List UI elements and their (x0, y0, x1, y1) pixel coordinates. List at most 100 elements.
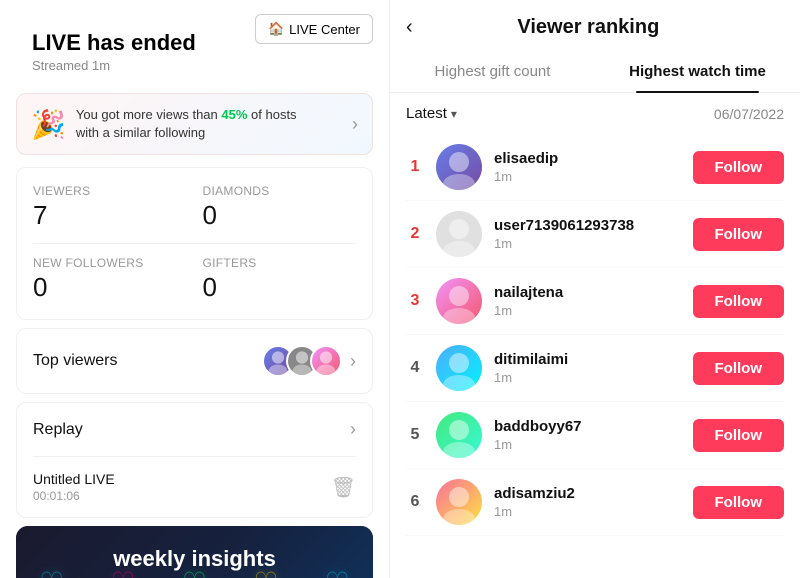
insights-content: weekly insights Your inside track on all… (36, 546, 353, 578)
replay-label: Replay (33, 421, 83, 439)
viewer-name: baddboyy67 (494, 418, 681, 435)
viewer-avatar (436, 345, 482, 391)
diamonds-value: 0 (203, 200, 357, 231)
date-label: 06/07/2022 (714, 106, 784, 122)
stat-new-followers: New followers 0 (33, 256, 187, 303)
rank-number: 5 (406, 426, 424, 444)
viewer-row: 3 nailajtena 1m Follow (406, 268, 784, 335)
header-row: LIVE has ended Streamed 1m 🏠 LIVE Center (0, 0, 389, 81)
stat-gifters: Gifters 0 (203, 256, 357, 303)
viewer-row: 2 user7139061293738 1m Follow (406, 201, 784, 268)
rank-number: 1 (406, 158, 424, 176)
follow-button[interactable]: Follow (693, 486, 785, 519)
chevron-right-icon-top-viewers: › (350, 351, 356, 372)
viewer-row: 6 adisamziu2 1m Follow (406, 469, 784, 536)
panel-title: Viewer ranking (423, 16, 784, 39)
rank-number: 4 (406, 359, 424, 377)
top-viewers-right: › (262, 345, 356, 377)
viewer-name: ditimilaimi (494, 351, 681, 368)
avatar-silhouette (436, 412, 482, 458)
avatar-silhouette (436, 345, 482, 391)
promo-emoji: 🎉 (31, 108, 66, 141)
viewer-info: baddboyy67 1m (494, 418, 681, 452)
diamonds-label: Diamonds (203, 184, 357, 198)
viewer-time: 1m (494, 370, 681, 385)
viewer-time: 1m (494, 437, 681, 452)
promo-content: 🎉 You got more views than 45% of hostswi… (31, 106, 297, 142)
left-panel: LIVE has ended Streamed 1m 🏠 LIVE Center… (0, 0, 390, 578)
viewer-name: elisaedip (494, 150, 681, 167)
tab-gift-count[interactable]: Highest gift count (390, 51, 595, 92)
stats-grid: Viewers 7 Diamonds 0 (33, 184, 356, 231)
viewer-row: 5 baddboyy67 1m Follow (406, 402, 784, 469)
follow-button[interactable]: Follow (693, 151, 785, 184)
promo-banner[interactable]: 🎉 You got more views than 45% of hostswi… (16, 93, 373, 155)
right-header: ‹ Viewer ranking (390, 0, 800, 39)
latest-dropdown[interactable]: Latest ▾ (406, 105, 457, 122)
viewer-name: adisamziu2 (494, 485, 681, 502)
follow-button[interactable]: Follow (693, 285, 785, 318)
viewer-avatar (436, 278, 482, 324)
promo-text-before: You got more views than (76, 107, 222, 122)
follow-button[interactable]: Follow (693, 352, 785, 385)
replay-section: Replay › Untitled LIVE 00:01:06 🗑 (16, 402, 373, 518)
avatar-silhouette (436, 144, 482, 190)
insights-banner[interactable]: ♡ ♡ ♡ ♡ ♡ weekly insights Your inside tr… (16, 526, 373, 578)
avatar-3 (310, 345, 342, 377)
viewer-avatar (436, 412, 482, 458)
viewer-avatar (436, 479, 482, 525)
follow-button[interactable]: Follow (693, 419, 785, 452)
top-viewers-avatars (262, 345, 342, 377)
avatar-silhouette (436, 211, 482, 257)
promo-highlight: 45% (221, 107, 247, 122)
right-panel: ‹ Viewer ranking Highest gift count High… (390, 0, 800, 578)
rank-number: 6 (406, 493, 424, 511)
stats-grid-2: New followers 0 Gifters 0 (33, 256, 356, 303)
stat-viewers: Viewers 7 (33, 184, 187, 231)
replay-title: Untitled LIVE (33, 471, 115, 487)
avatar-silhouette (436, 278, 482, 324)
chevron-right-icon: › (352, 114, 358, 135)
avatar-stack (262, 345, 342, 377)
stat-diamonds: Diamonds 0 (203, 184, 357, 231)
stats-section: Viewers 7 Diamonds 0 New followers 0 Gif… (16, 167, 373, 320)
viewer-time: 1m (494, 303, 681, 318)
viewer-info: ditimilaimi 1m (494, 351, 681, 385)
new-followers-label: New followers (33, 256, 187, 270)
replay-info: Untitled LIVE 00:01:06 (33, 471, 115, 503)
chevron-right-icon-replay: › (350, 419, 356, 440)
gifters-label: Gifters (203, 256, 357, 270)
back-arrow-icon[interactable]: ‹ (406, 16, 413, 39)
viewer-row: 1 elisaedip 1m Follow (406, 134, 784, 201)
top-viewers-row[interactable]: Top viewers (16, 328, 373, 394)
viewers-label: Viewers (33, 184, 187, 198)
viewer-name: user7139061293738 (494, 217, 681, 234)
viewer-name: nailajtena (494, 284, 681, 301)
top-viewers-label: Top viewers (33, 352, 117, 370)
viewer-info: elisaedip 1m (494, 150, 681, 184)
person-silhouette-3 (312, 347, 340, 375)
viewer-time: 1m (494, 504, 681, 519)
tab-watch-time[interactable]: Highest watch time (595, 51, 800, 92)
stats-divider (33, 243, 356, 244)
viewer-row: 4 ditimilaimi 1m Follow (406, 335, 784, 402)
rank-number: 2 (406, 225, 424, 243)
viewer-info: adisamziu2 1m (494, 485, 681, 519)
avatar-silhouette (436, 479, 482, 525)
replay-header[interactable]: Replay › (17, 403, 372, 456)
viewer-info: user7139061293738 1m (494, 217, 681, 251)
live-center-button[interactable]: 🏠 LIVE Center (255, 14, 373, 44)
follow-button[interactable]: Follow (693, 218, 785, 251)
streamed-info: Streamed 1m (32, 58, 357, 73)
latest-label: Latest (406, 105, 447, 122)
new-followers-value: 0 (33, 272, 187, 303)
trash-icon[interactable]: 🗑 (331, 475, 356, 500)
viewer-avatar (436, 144, 482, 190)
filter-row: Latest ▾ 06/07/2022 (390, 93, 800, 134)
home-icon: 🏠 (268, 21, 284, 37)
replay-duration: 00:01:06 (33, 489, 115, 503)
viewer-info: nailajtena 1m (494, 284, 681, 318)
insights-title: weekly insights (36, 546, 353, 572)
tabs-row: Highest gift count Highest watch time (390, 51, 800, 93)
replay-item: Untitled LIVE 00:01:06 🗑 (17, 457, 372, 517)
